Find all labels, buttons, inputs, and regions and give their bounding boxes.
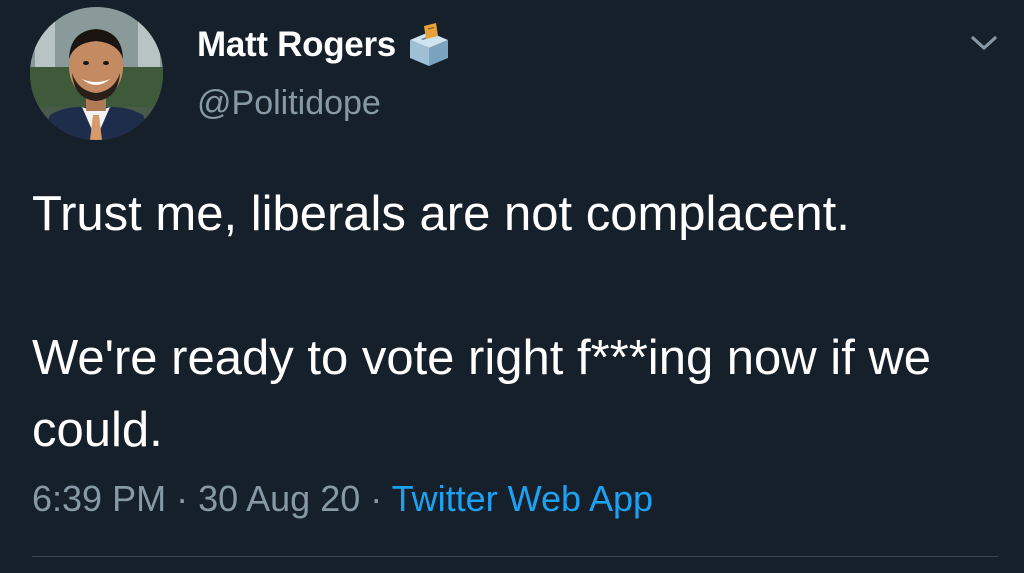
display-name[interactable]: Matt Rogers [197, 25, 396, 65]
tweet-paragraph: Trust me, liberals are not complacent. [32, 187, 850, 241]
avatar[interactable] [30, 7, 163, 140]
tweet-meta: 6:39 PM · 30 Aug 20 · Twitter Web App [32, 478, 653, 520]
avatar-photo [30, 7, 163, 140]
ballot-box-icon [409, 23, 448, 66]
tweet-menu-button[interactable] [967, 30, 1001, 56]
divider [32, 556, 998, 557]
tweet-date[interactable]: 30 Aug 20 [198, 478, 360, 519]
tweet-source-link[interactable]: Twitter Web App [392, 478, 653, 519]
tweet-time[interactable]: 6:39 PM [32, 478, 166, 519]
chevron-down-icon [971, 36, 997, 50]
meta-separator: · [166, 478, 199, 519]
tweet-card: Matt Rogers @Politidope Trust me, libera… [0, 0, 1024, 573]
meta-separator: · [360, 478, 392, 519]
tweet-paragraph: We're ready to vote right f***ing now if… [32, 331, 932, 457]
author-handle[interactable]: @Politidope [197, 84, 381, 123]
tweet-text: Trust me, liberals are not complacent. W… [32, 178, 1007, 466]
author-name-row[interactable]: Matt Rogers [197, 22, 452, 68]
